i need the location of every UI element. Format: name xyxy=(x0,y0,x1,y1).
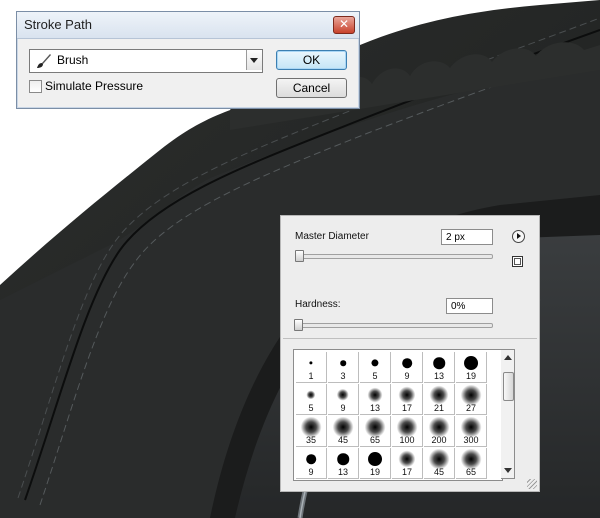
brush-preset-cell[interactable]: 19 xyxy=(456,352,487,383)
chevron-down-icon xyxy=(250,58,258,63)
brush-preset-cell[interactable]: 200 xyxy=(424,416,455,447)
brush-size-label: 65 xyxy=(465,467,476,477)
brush-tip-preview-icon xyxy=(309,361,313,365)
brush-tip-preview-icon xyxy=(398,450,416,468)
brush-preset-cell[interactable]: 65 xyxy=(456,448,487,479)
brush-preset-cell[interactable]: 17 xyxy=(392,448,423,479)
brush-size-label: 1 xyxy=(308,371,314,381)
brush-preset-cell[interactable]: 9 xyxy=(392,352,423,383)
brush-preset-cell[interactable]: 100 xyxy=(392,416,423,447)
brush-preset-cell[interactable]: 27 xyxy=(456,384,487,415)
scroll-down-icon[interactable] xyxy=(504,468,512,473)
brush-size-label: 200 xyxy=(431,435,447,445)
dialog-title: Stroke Path xyxy=(24,17,92,32)
brush-tip-preview-icon xyxy=(337,453,349,465)
panel-divider xyxy=(283,338,537,339)
brush-preset-cell[interactable]: 21 xyxy=(424,384,455,415)
master-diameter-label: Master Diameter xyxy=(295,231,369,242)
brush-tip-preview-icon xyxy=(429,385,449,405)
brush-icon xyxy=(37,54,51,68)
master-diameter-field[interactable]: 2 px xyxy=(441,229,493,245)
brush-preset-cell[interactable]: 19 xyxy=(360,448,391,479)
brush-size-label: 17 xyxy=(401,467,412,477)
brush-preset-cell[interactable]: 45 xyxy=(424,448,455,479)
dialog-titlebar[interactable]: Stroke Path ✕ xyxy=(17,12,359,39)
brush-tip-preview-icon xyxy=(306,390,316,400)
brush-size-label: 21 xyxy=(433,403,444,413)
brush-size-label: 65 xyxy=(369,435,380,445)
brush-preset-cell[interactable]: 300 xyxy=(456,416,487,447)
brush-size-label: 9 xyxy=(340,403,346,413)
tool-select-value: Brush xyxy=(57,53,89,67)
brush-tip-preview-icon xyxy=(371,359,379,367)
flyout-menu-icon[interactable] xyxy=(512,230,525,243)
save-preset-glyph xyxy=(514,258,521,265)
master-diameter-slider-thumb[interactable] xyxy=(295,250,304,262)
brush-preset-cell[interactable]: 1 xyxy=(296,352,327,383)
brush-size-label: 5 xyxy=(308,403,314,413)
brush-size-label: 35 xyxy=(305,435,316,445)
brush-size-label: 27 xyxy=(465,403,476,413)
resize-grip-icon[interactable] xyxy=(527,479,537,489)
cancel-button[interactable]: Cancel xyxy=(276,78,347,98)
simulate-pressure-label[interactable]: Simulate Pressure xyxy=(45,79,143,93)
close-button[interactable]: ✕ xyxy=(333,16,355,34)
brush-preset-cell[interactable]: 13 xyxy=(360,384,391,415)
brush-preset-panel: Master Diameter 2 px Hardness: 0% 1 3 5 9 13… xyxy=(280,215,540,492)
brush-preset-cell[interactable]: 3 xyxy=(328,352,359,383)
brush-size-label: 19 xyxy=(369,467,380,477)
simulate-pressure-checkbox[interactable] xyxy=(29,80,42,93)
brush-tip-preview-icon xyxy=(306,454,316,464)
hardness-field[interactable]: 0% xyxy=(446,298,493,314)
close-icon: ✕ xyxy=(338,17,350,31)
brush-preset-cell[interactable]: 17 xyxy=(392,384,423,415)
dropdown-button[interactable] xyxy=(246,50,262,70)
brush-size-label: 5 xyxy=(372,371,378,381)
brush-preset-cell[interactable]: 5 xyxy=(360,352,391,383)
brush-size-label: 300 xyxy=(463,435,479,445)
brush-tip-preview-icon xyxy=(464,356,478,370)
brush-size-label: 9 xyxy=(404,371,410,381)
brush-size-label: 13 xyxy=(433,371,444,381)
brush-preset-cell[interactable]: 65 xyxy=(360,416,391,447)
triangle-right-icon xyxy=(517,233,521,239)
brush-preset-cell[interactable]: 9 xyxy=(328,384,359,415)
brush-preset-cell[interactable]: 13 xyxy=(328,448,359,479)
brush-preset-cell[interactable]: 35 xyxy=(296,416,327,447)
brush-preset-cell[interactable]: 9 xyxy=(296,448,327,479)
brush-preset-cell[interactable]: 45 xyxy=(328,416,359,447)
hardness-slider[interactable] xyxy=(295,323,493,328)
tool-select[interactable]: Brush xyxy=(29,49,263,73)
hardness-label: Hardness: xyxy=(295,299,341,310)
brush-preset-grid: 1 3 5 9 13 19 5 9 13 17 21 27 35 45 65 100 200 300 9 13 19 17… xyxy=(293,349,503,481)
brush-size-label: 17 xyxy=(401,403,412,413)
new-preset-icon[interactable] xyxy=(512,256,523,267)
brush-size-label: 100 xyxy=(399,435,415,445)
brush-size-label: 13 xyxy=(337,467,348,477)
brush-tip-preview-icon xyxy=(402,358,412,368)
brush-size-label: 45 xyxy=(433,467,444,477)
brush-tip-preview-icon xyxy=(336,388,350,402)
brush-size-label: 19 xyxy=(465,371,476,381)
ok-button[interactable]: OK xyxy=(276,50,347,70)
brush-tip-preview-icon xyxy=(368,452,382,466)
brush-preset-cell[interactable]: 13 xyxy=(424,352,455,383)
brush-preset-cell[interactable]: 5 xyxy=(296,384,327,415)
brush-size-label: 9 xyxy=(308,467,314,477)
master-diameter-slider[interactable] xyxy=(295,254,493,259)
scroll-up-icon[interactable] xyxy=(504,355,512,360)
scroll-thumb[interactable] xyxy=(503,372,514,401)
stroke-path-dialog: Stroke Path ✕ Brush Simulate Pressure OK… xyxy=(16,11,360,109)
hardness-slider-thumb[interactable] xyxy=(294,319,303,331)
preset-scrollbar[interactable] xyxy=(501,349,515,479)
brush-size-label: 13 xyxy=(369,403,380,413)
brush-tip-preview-icon xyxy=(398,386,416,404)
brush-tip-preview-icon xyxy=(340,360,346,366)
brush-size-label: 45 xyxy=(337,435,348,445)
brush-size-label: 3 xyxy=(340,371,346,381)
brush-tip-preview-icon xyxy=(367,387,383,403)
brush-tip-preview-icon xyxy=(433,357,445,369)
